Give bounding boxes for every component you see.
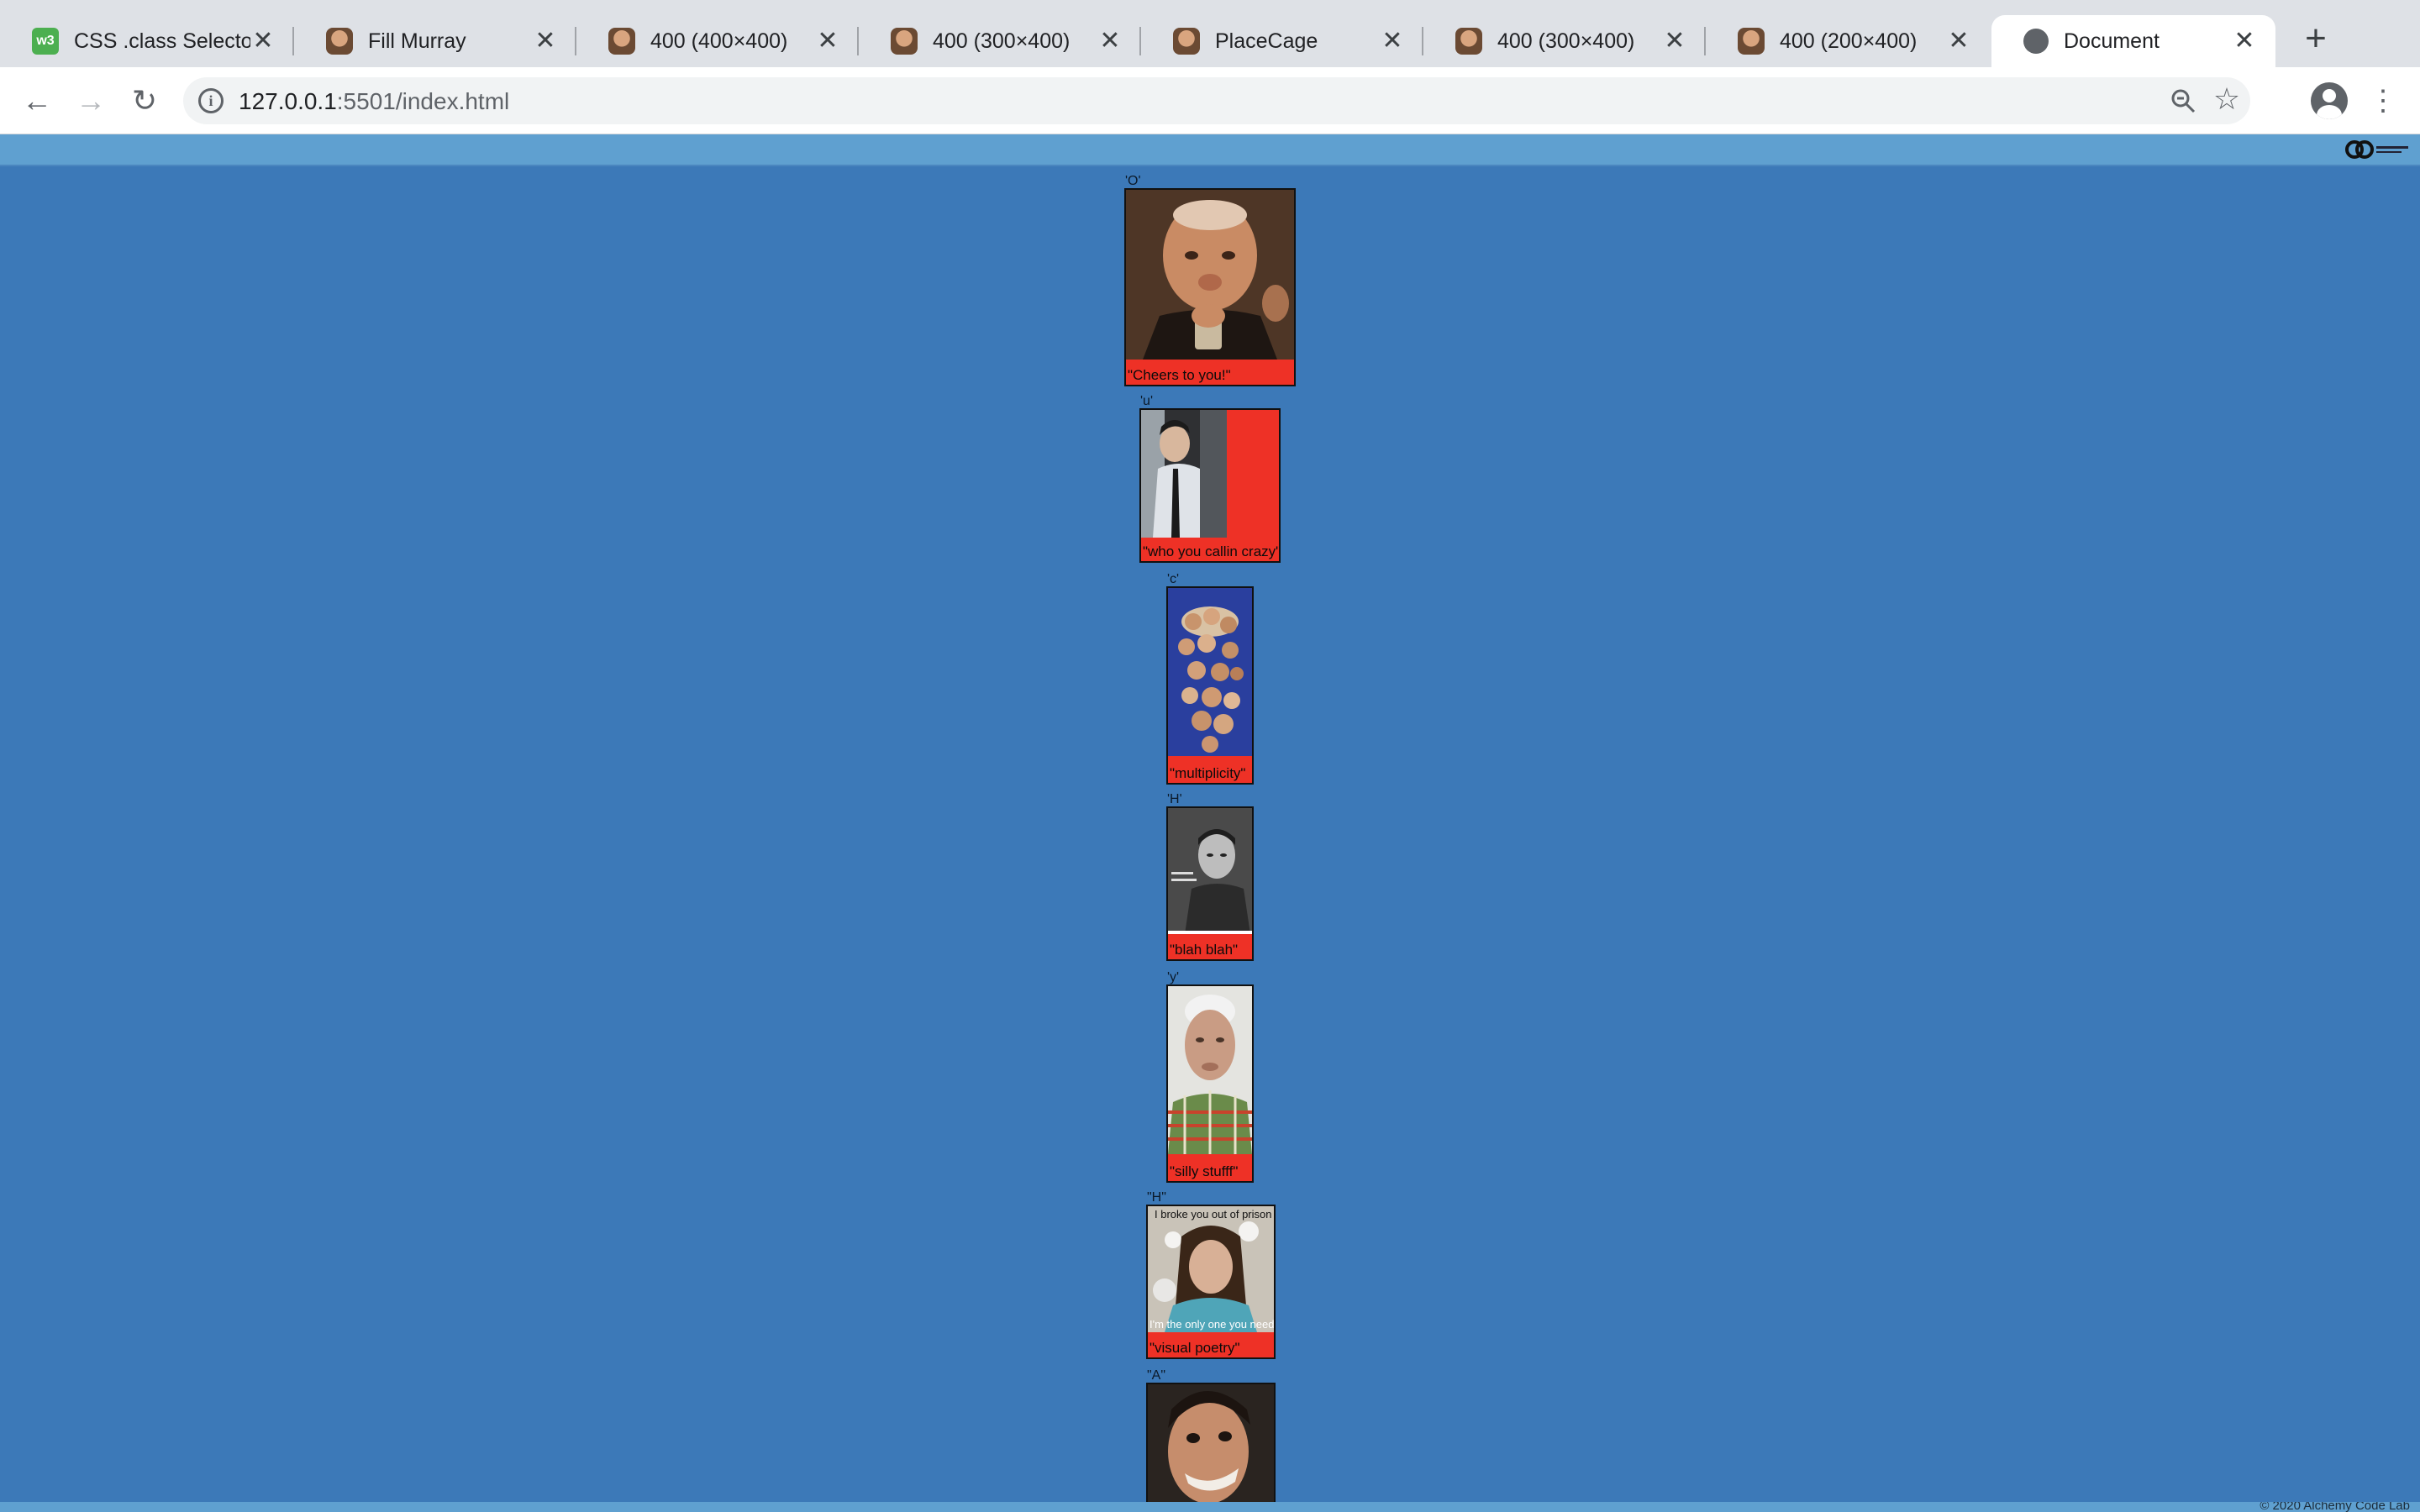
- tab-strip: w3 CSS .class Selecto ✕ Fill Murray ✕ 40…: [0, 0, 2420, 67]
- meme-bottom-text: I'm the only one you need: [1150, 1318, 1274, 1331]
- image-card: 'u' "who you callin crazy": [1139, 395, 1281, 563]
- bill-murray-photo: [1126, 190, 1294, 360]
- url-host: 127.0.0.1: [239, 88, 337, 114]
- tab-400-400x400[interactable]: 400 (400×400) ✕: [576, 15, 859, 67]
- murray-favicon: [326, 28, 353, 55]
- multiplicity-collage-photo: [1168, 588, 1252, 756]
- image-card: 'y' "silly stufff": [1166, 971, 1254, 1183]
- close-icon[interactable]: ✕: [1662, 29, 1687, 54]
- tab-title: 400 (400×400): [650, 29, 788, 53]
- nicolas-cage-grin-photo: [1148, 1384, 1274, 1510]
- menu-icon[interactable]: ⋮: [2368, 82, 2398, 119]
- close-icon[interactable]: ✕: [2232, 29, 2257, 54]
- bookmark-star-icon[interactable]: ☆: [2208, 81, 2245, 118]
- tab-fill-murray[interactable]: Fill Murray ✕: [294, 15, 576, 67]
- tab-400-300x400-2[interactable]: 400 (300×400) ✕: [1423, 15, 1706, 67]
- image-card: 'O' "Cheers to you!": [1124, 175, 1296, 386]
- close-icon[interactable]: ✕: [1380, 29, 1405, 54]
- image-card: "A": [1146, 1369, 1276, 1512]
- card-letter: 'O': [1125, 174, 1141, 188]
- reload-button[interactable]: ↻: [126, 82, 163, 119]
- nicolas-cage-photo: [1141, 410, 1227, 538]
- card-frame: [1146, 1383, 1276, 1512]
- close-icon[interactable]: ✕: [1946, 29, 1971, 54]
- murray-favicon: [1173, 28, 1200, 55]
- card-letter: "A": [1147, 1368, 1166, 1383]
- card-frame: "multiplicity": [1166, 586, 1254, 785]
- card-caption: "who you callin crazy": [1143, 543, 1281, 559]
- alchemy-logo-icon: [2345, 140, 2408, 159]
- card-frame: I broke you out of prison I'm the only o…: [1146, 1205, 1276, 1359]
- tab-title: 400 (200×400): [1780, 29, 1918, 53]
- close-icon[interactable]: ✕: [250, 29, 276, 54]
- tab-title: 400 (300×400): [933, 29, 1071, 53]
- card-caption: "visual poetry": [1150, 1340, 1240, 1356]
- tab-400-200x400[interactable]: 400 (200×400) ✕: [1706, 15, 1990, 67]
- meme-image: [1148, 1206, 1274, 1332]
- card-letter: 'u': [1140, 394, 1154, 408]
- card-caption: "multiplicity": [1170, 765, 1246, 781]
- card-letter: 'H': [1167, 792, 1182, 806]
- globe-icon: [2023, 29, 2049, 54]
- card-letter: 'y': [1167, 970, 1180, 984]
- card-frame: "silly stufff": [1166, 984, 1254, 1183]
- tab-title: PlaceCage: [1215, 29, 1318, 53]
- murray-favicon: [608, 28, 635, 55]
- image-card: "H" I broke you out of prison I'm the on…: [1146, 1191, 1276, 1359]
- profile-avatar-icon[interactable]: [2311, 82, 2348, 119]
- tab-title: 400 (300×400): [1497, 29, 1635, 53]
- meme-top-text: I broke you out of prison: [1155, 1208, 1272, 1221]
- zoom-icon[interactable]: [2170, 87, 2196, 114]
- close-icon[interactable]: ✕: [1097, 29, 1123, 54]
- site-info-icon[interactable]: i: [198, 88, 224, 113]
- back-button[interactable]: ←: [18, 82, 55, 119]
- tab-title: Fill Murray: [368, 29, 466, 53]
- tab-title: Document: [2064, 29, 2160, 53]
- site-header: [0, 134, 2420, 166]
- card-caption: "Cheers to you!": [1128, 367, 1231, 383]
- card-frame: "blah blah": [1166, 806, 1254, 961]
- card-caption: "silly stufff": [1170, 1163, 1239, 1179]
- tab-title: CSS .class Selecto: [74, 29, 250, 53]
- murray-favicon: [1455, 28, 1482, 55]
- tab-document[interactable]: Document ✕: [1991, 15, 2275, 67]
- url-path: :5501/index.html: [336, 88, 510, 114]
- browser-toolbar: ← → ↻ i 127.0.0.1:5501/index.html ☆ ⋮: [0, 67, 2420, 134]
- w3schools-icon: w3: [32, 28, 59, 55]
- bill-murray-portrait-photo: [1168, 986, 1252, 1154]
- image-card: 'H' "blah blah": [1166, 793, 1254, 961]
- card-caption: "blah blah": [1170, 942, 1239, 958]
- url-text: 127.0.0.1:5501/index.html: [239, 88, 509, 115]
- meme-photo: I broke you out of prison I'm the only o…: [1148, 1206, 1274, 1332]
- forward-button[interactable]: →: [72, 82, 109, 119]
- card-letter: "H": [1147, 1190, 1166, 1205]
- tab-placecage[interactable]: PlaceCage ✕: [1141, 15, 1423, 67]
- tab-css-class-selector[interactable]: w3 CSS .class Selecto ✕: [0, 15, 294, 67]
- footer-copyright: © 2020 Alchemy Code Lab: [2260, 1502, 2410, 1512]
- card-frame: "who you callin crazy": [1139, 408, 1281, 563]
- murray-favicon: [1738, 28, 1765, 55]
- card-frame: "Cheers to you!": [1124, 188, 1296, 386]
- murray-favicon: [891, 28, 918, 55]
- close-icon[interactable]: ✕: [815, 29, 840, 54]
- new-tab-button[interactable]: +: [2297, 20, 2334, 59]
- close-icon[interactable]: ✕: [533, 29, 558, 54]
- site-footer: © 2020 Alchemy Code Lab: [0, 1502, 2420, 1512]
- bw-portrait-photo: [1168, 808, 1252, 934]
- card-letter: 'c': [1167, 572, 1180, 586]
- address-bar[interactable]: i 127.0.0.1:5501/index.html ☆: [183, 77, 2250, 124]
- image-card: 'c' "multiplicity": [1166, 573, 1254, 785]
- tab-400-300x400[interactable]: 400 (300×400) ✕: [859, 15, 1141, 67]
